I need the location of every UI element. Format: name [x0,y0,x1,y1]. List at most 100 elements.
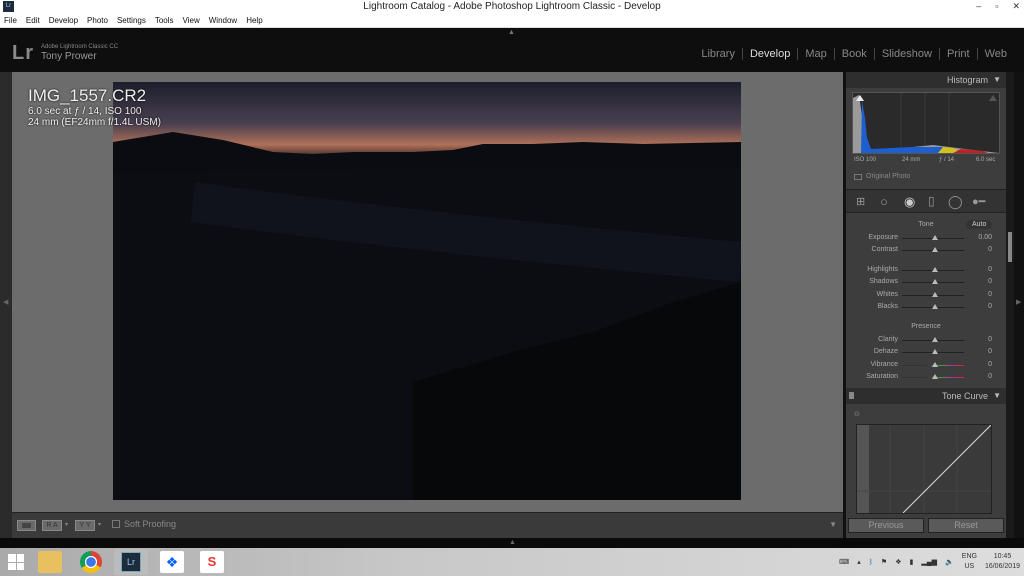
previous-button[interactable]: Previous [848,518,924,533]
slider-value[interactable]: 0 [988,266,992,273]
slider-thumb[interactable] [932,279,938,285]
tone-curve-graph[interactable] [856,424,992,514]
volume-icon[interactable]: 🔈 [945,558,954,566]
slider-value[interactable]: 0 [988,373,992,380]
slider-value[interactable]: 0 [988,348,992,355]
tone-curve-header[interactable]: Tone Curve ▼ [846,388,1006,404]
module-develop[interactable]: Develop [741,48,797,60]
collapse-top-arrow[interactable]: ▲ [508,29,515,36]
file-explorer-icon[interactable] [38,551,62,573]
chrome-icon[interactable] [80,551,102,573]
adjustment-brush-icon[interactable]: ●━ [972,195,985,208]
slider-vibrance[interactable]: Vibrance 0 [846,359,1006,371]
slider-value[interactable]: 0 [988,336,992,343]
slider-thumb[interactable] [932,247,938,253]
slider-value[interactable]: 0.00 [978,234,992,241]
maximize-button[interactable]: ▫ [995,0,998,13]
flag-icon[interactable]: ⚑ [881,558,887,566]
spot-removal-icon[interactable]: ○ [880,194,888,209]
graduated-filter-icon[interactable]: ▯ [928,194,935,208]
slider-thumb[interactable] [932,337,938,342]
clock[interactable]: 10:45 16/06/2019 [985,552,1020,572]
red-eye-icon[interactable]: ◉ [904,194,915,210]
histogram-header[interactable]: Histogram ▼ [846,72,1006,88]
slider-blacks[interactable]: Blacks 0 [846,301,1006,313]
radial-filter-icon[interactable]: ◯ [948,194,963,210]
slider-exposure[interactable]: Exposure 0.00 [846,232,1006,244]
menu-window[interactable]: Window [209,13,237,27]
menu-file[interactable]: File [4,13,17,27]
show-hidden-icons[interactable]: ▴ [857,558,861,566]
lightroom-taskbar-button[interactable]: Lr [114,549,148,575]
slider-value[interactable]: 0 [988,361,992,368]
loupe-view-button[interactable] [17,520,36,531]
slider-thumb[interactable] [932,235,938,240]
menu-tools[interactable]: Tools [155,13,174,27]
language-indicator[interactable]: ENG US [962,552,977,572]
windows-start-icon[interactable] [8,554,24,570]
soft-proofing-toggle[interactable]: Soft Proofing [112,519,176,529]
slider-thumb[interactable] [932,373,938,379]
module-book[interactable]: Book [833,48,874,60]
right-panel-scrollbar[interactable] [1006,72,1014,538]
slider-highlights[interactable]: Highlights 0 [846,264,1006,276]
menu-photo[interactable]: Photo [87,13,108,27]
slider-thumb[interactable] [932,361,938,367]
dropbox-icon[interactable]: ❖ [160,551,184,573]
slider-saturation[interactable]: Saturation 0 [846,371,1006,383]
collapse-triangle-icon[interactable]: ▼ [993,72,1001,88]
slider-thumb[interactable] [932,291,938,297]
battery-icon[interactable]: ▮ [909,558,913,566]
minimize-button[interactable]: – [976,0,981,13]
dropbox-tray-icon[interactable]: ❖ [895,558,901,566]
chevron-down-icon[interactable]: ▾ [65,521,68,528]
slider-whites[interactable]: Whites 0 [846,289,1006,301]
menu-edit[interactable]: Edit [26,13,40,27]
left-panel-collapsed[interactable]: ◀ [0,72,12,538]
panel-switch-icon[interactable] [849,392,854,399]
slider-clarity[interactable]: Clarity 0 [846,334,1006,346]
module-slideshow[interactable]: Slideshow [873,48,939,60]
filmstrip-collapsed[interactable]: ▲ [0,538,1024,548]
original-photo-toggle[interactable]: Original Photo [854,173,910,180]
bluetooth-icon[interactable]: ᛒ [869,559,873,566]
close-button[interactable]: ✕ [1012,0,1020,13]
slider-dehaze[interactable]: Dehaze 0 [846,346,1006,358]
slider-shadows[interactable]: Shadows 0 [846,276,1006,288]
module-print[interactable]: Print [938,48,977,60]
checkbox-icon[interactable] [854,173,862,180]
network-icon[interactable]: ▂▄▆ [921,558,937,566]
module-library[interactable]: Library [694,48,742,60]
slider-contrast[interactable]: Contrast 0 [846,244,1006,256]
before-after-button[interactable]: R A [42,520,62,531]
histogram[interactable] [852,92,1000,154]
module-web[interactable]: Web [976,48,1014,60]
reset-button[interactable]: Reset [928,518,1004,533]
slider-value[interactable]: 0 [988,291,992,298]
target-adjustment-icon[interactable]: ⊙ [854,410,860,418]
expand-bottom-arrow[interactable]: ▲ [509,539,516,546]
slider-value[interactable]: 0 [988,278,992,285]
before-after-swap-button[interactable]: Y Y [75,520,95,531]
chevron-down-icon[interactable]: ▾ [98,521,101,528]
slider-value[interactable]: 0 [988,303,992,310]
auto-tone-button[interactable]: Auto [966,220,993,229]
scrollbar-thumb[interactable] [1008,232,1012,262]
keyboard-icon[interactable]: ⌨ [839,558,849,566]
photo-preview[interactable] [113,82,741,500]
toolbar-menu-chevron[interactable]: ▼ [829,520,837,529]
menu-settings[interactable]: Settings [117,13,146,27]
checkbox-icon[interactable] [112,520,120,528]
slider-thumb[interactable] [932,303,938,309]
expand-left-arrow[interactable]: ◀ [3,298,8,306]
menu-view[interactable]: View [183,13,200,27]
app-s-icon[interactable]: S [200,551,224,573]
module-map[interactable]: Map [797,48,833,60]
crop-icon[interactable]: ⊞ [856,195,865,208]
slider-thumb[interactable] [932,267,938,272]
menu-help[interactable]: Help [246,13,262,27]
slider-thumb[interactable] [932,349,938,355]
collapse-triangle-icon[interactable]: ▼ [993,388,1001,404]
slider-value[interactable]: 0 [988,246,992,253]
collapse-right-arrow[interactable]: ▶ [1016,298,1021,306]
